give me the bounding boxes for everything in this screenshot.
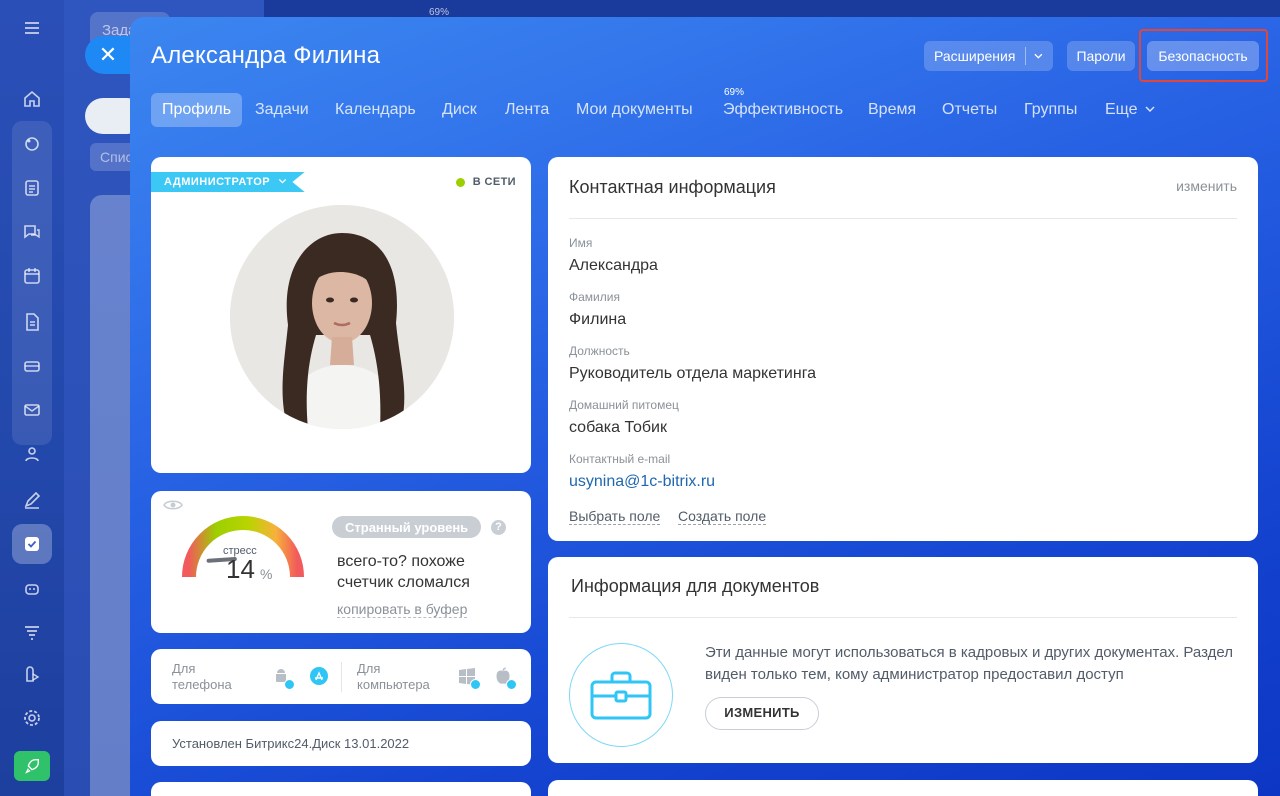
page-title: Александра Филина (151, 42, 381, 69)
mail-icon[interactable] (18, 396, 46, 424)
contacts-icon[interactable] (18, 440, 46, 468)
computer-apps-label: Для компьютера (357, 661, 430, 692)
contact-info-card: Контактная информация изменить Имя Алекс… (548, 157, 1258, 541)
divider (1025, 47, 1027, 65)
create-field-link[interactable]: Создать поле (678, 508, 767, 525)
documents-info-title: Информация для документов (571, 576, 820, 596)
divider (569, 617, 1237, 618)
role-label: АДМИНИСТРАТОР (164, 176, 271, 188)
tab-feed[interactable]: Лента (505, 93, 549, 127)
tab-calendar[interactable]: Календарь (335, 93, 416, 127)
field-label: Домашний питомец (569, 398, 679, 412)
online-label: В СЕТИ (472, 176, 516, 188)
help-icon[interactable]: ? (491, 520, 506, 535)
market-icon[interactable] (18, 660, 46, 688)
extensions-button[interactable]: Расширения (924, 41, 1053, 71)
field-label: Имя (569, 236, 593, 250)
windows-icon[interactable] (457, 666, 481, 690)
chat-icon[interactable] (18, 218, 46, 246)
bot-icon[interactable] (18, 574, 46, 602)
chevron-down-icon (1145, 106, 1155, 112)
tab-reports[interactable]: Отчеты (942, 93, 997, 127)
field-email[interactable]: usynina@1c-bitrix.ru (569, 473, 715, 491)
tab-efficiency[interactable]: Эффективность (723, 93, 843, 127)
online-status: В СЕТИ (455, 176, 516, 188)
field-pet: собака Тобик (569, 419, 667, 436)
documents-icon[interactable] (18, 308, 46, 336)
security-highlight-frame (1139, 29, 1268, 82)
calendar-icon[interactable] (18, 262, 46, 290)
tab-disk[interactable]: Диск (442, 93, 477, 127)
close-icon: ✕ (98, 42, 118, 67)
app-sidebar (0, 0, 64, 796)
sign-icon[interactable] (18, 486, 46, 514)
field-label: Контактный e-mail (569, 452, 671, 466)
disk-install-text: Установлен Битрикс24.Диск 13.01.2022 (172, 736, 410, 751)
chevron-down-icon (278, 178, 286, 184)
home-icon[interactable] (18, 85, 46, 113)
copy-to-clipboard-link[interactable]: копировать в буфер (337, 601, 468, 618)
avatar[interactable] (230, 205, 454, 429)
profile-card: АДМИНИСТРАТОР В СЕТИ (151, 157, 531, 473)
menu-icon[interactable] (18, 14, 46, 42)
tab-groups[interactable]: Группы (1024, 93, 1077, 127)
field-first-name: Александра (569, 257, 658, 274)
passwords-button[interactable]: Пароли (1067, 41, 1135, 71)
tasks-icon[interactable] (18, 174, 46, 202)
profile-slider: Александра Филина Расширения Пароли Безо… (130, 17, 1280, 796)
apps-card: Для телефона Для компьютера (151, 649, 531, 704)
tab-my-documents[interactable]: Мои документы (576, 93, 693, 127)
field-label: Фамилия (569, 290, 620, 304)
field-label: Должность (569, 344, 630, 358)
divider (569, 218, 1237, 219)
divider (341, 662, 342, 692)
crm-icon[interactable] (18, 352, 46, 380)
contact-info-title: Контактная информация (569, 177, 776, 197)
contact-edit-link[interactable]: изменить (1176, 178, 1237, 194)
stress-comment: всего-то? похоже счетчик сломался (337, 553, 470, 591)
documents-info-card: Информация для документов Эти данные мог… (548, 557, 1258, 763)
stress-card: стресс 14 % Странный уровень ? всего-то?… (151, 491, 531, 633)
role-badge[interactable]: АДМИНИСТРАТОР (151, 172, 305, 192)
field-last-name: Филина (569, 311, 627, 328)
chevron-down-icon (1034, 53, 1043, 59)
tab-profile[interactable]: Профиль (151, 93, 243, 127)
tab-tasks[interactable]: Задачи (255, 93, 309, 127)
appstore-icon[interactable] (309, 666, 329, 686)
tab-time[interactable]: Время (868, 93, 916, 127)
feed-icon[interactable] (18, 130, 46, 158)
select-field-link[interactable]: Выбрать поле (569, 508, 661, 525)
download-icon (284, 679, 295, 690)
android-icon[interactable] (271, 666, 295, 690)
briefcase-icon (569, 643, 673, 747)
tasks-checkbox-icon[interactable] (18, 530, 46, 558)
online-dot (455, 177, 465, 187)
filter-icon[interactable] (18, 618, 46, 646)
phone-apps-label: Для телефона (172, 661, 232, 692)
field-position: Руководитель отдела маркетинга (569, 365, 817, 382)
rocket-icon[interactable] (14, 751, 50, 781)
bottom-left-card (151, 782, 531, 796)
documents-info-text: Эти данные могут использоваться в кадров… (705, 644, 1234, 683)
disk-card: Установлен Битрикс24.Диск 13.01.2022 (151, 721, 531, 766)
stress-level-badge: Странный уровень (332, 516, 482, 538)
stress-unit: % (260, 566, 273, 582)
tab-more-label: Еще (1105, 101, 1138, 118)
edit-documents-button[interactable]: ИЗМЕНИТЬ (705, 697, 819, 730)
download-icon (506, 679, 517, 690)
download-icon (470, 679, 481, 690)
close-button[interactable]: ✕ (85, 36, 131, 74)
bottom-right-card (548, 780, 1258, 796)
settings-icon[interactable] (18, 704, 46, 732)
extensions-label: Расширения (934, 48, 1016, 64)
stress-value: 14 (226, 554, 255, 584)
apple-icon[interactable] (493, 666, 517, 690)
tab-more[interactable]: Еще (1105, 93, 1155, 127)
